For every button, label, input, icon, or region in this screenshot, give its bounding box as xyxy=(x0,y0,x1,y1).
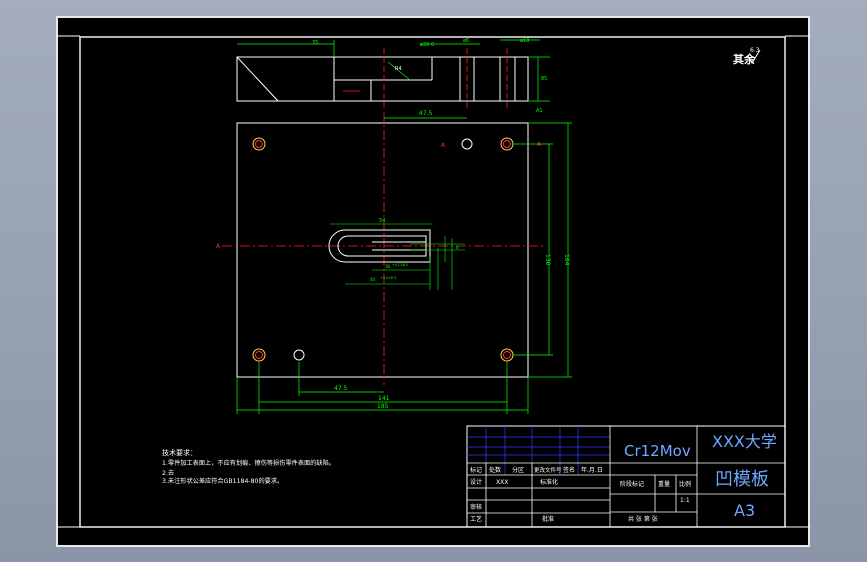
hole-bottom-right xyxy=(500,348,514,362)
hole-top-right xyxy=(500,137,514,151)
sheets-text: 共 张 第 张 xyxy=(628,515,658,523)
top-dim-left: 35 xyxy=(312,40,318,46)
slot-dim-d: +0.026 0 xyxy=(380,276,396,280)
cad-window: 其余 6.3 35 ø20 0 ø6 ø10 85 A1 R4 54 36 +0… xyxy=(0,0,867,562)
label-zone: 分区 xyxy=(512,466,524,474)
label-approve: 批准 xyxy=(542,515,554,523)
plan-view: 54 36 +0.026 0 40 +0.026 0 8 47.5 47.5 1… xyxy=(216,110,572,414)
label-stage: 阶段标记 xyxy=(620,480,644,488)
label-designer: 设计 xyxy=(470,478,482,486)
top-inner-label: R4 xyxy=(395,66,402,72)
top-dim-label: A1 xyxy=(536,108,543,114)
plan-dim-bottom3: 185 xyxy=(377,403,389,410)
title-block: Cr12Mov XXX大学 凹模板 A3 标记 处数 分区 更改文件号 签名 年… xyxy=(466,425,786,528)
slot-width-dim: 54 xyxy=(379,218,385,224)
tech-req-line-1: 1.零件加工表面上，不应有划痕、擦伤等损伤零件表面的缺陷。 xyxy=(162,459,335,467)
tech-req-line-3: 3.未注形状公差应符合GB1184-80的要求。 xyxy=(162,477,283,485)
surface-roughness-note: 其余 6.3 xyxy=(733,47,761,66)
roughness-label: 其余 xyxy=(733,52,756,66)
tech-req-line-2: 2.去 xyxy=(162,469,174,477)
top-dim-right: 85 xyxy=(541,76,547,82)
label-count: 处数 xyxy=(489,466,501,474)
label-change-doc: 更改文件号 xyxy=(534,466,562,474)
slot-dim-a: 36 xyxy=(385,264,391,269)
part-name: 凹模板 xyxy=(715,469,769,490)
hole-bottom-mid xyxy=(293,349,305,361)
section-mark-right: A xyxy=(537,141,542,148)
plan-dim-bottom2: 141 xyxy=(378,395,390,402)
slot-dimensions xyxy=(330,223,465,290)
hole-top-mid xyxy=(461,138,473,150)
scale-value: 1:1 xyxy=(680,497,690,504)
plan-dim-bottom1: 47.5 xyxy=(334,385,348,392)
label-process: 工艺 xyxy=(470,515,482,523)
label-mark: 标记 xyxy=(470,466,482,474)
designer-value: XXX xyxy=(496,479,508,486)
label-signature: 签名 xyxy=(563,466,575,474)
top-dim-1: ø20 0 xyxy=(420,42,434,48)
label-standardize: 标准化 xyxy=(540,478,558,486)
slot-dim-c: 40 xyxy=(370,277,376,282)
tech-req-heading: 技术要求： xyxy=(162,448,197,457)
top-dim-3: ø10 xyxy=(520,38,529,44)
hole-bottom-left xyxy=(252,348,266,362)
hole-mark: A xyxy=(441,142,446,149)
technical-requirements: 技术要求： 1.零件加工表面上，不应有划痕、擦伤等损伤零件表面的缺陷。 2.去 … xyxy=(162,448,335,485)
slot-dim-b: +0.026 0 xyxy=(392,263,408,267)
plan-dim-top: 47.5 xyxy=(419,110,433,117)
label-date: 年.月.日 xyxy=(581,466,603,474)
material-text: Cr12Mov xyxy=(624,442,691,460)
plan-dim-right1: 130 xyxy=(544,254,551,266)
top-view: 35 ø20 0 ø6 ø10 85 A1 R4 xyxy=(236,38,550,114)
top-view-outline xyxy=(236,56,529,102)
label-weight: 重量 xyxy=(658,480,670,488)
top-dim-2: ø6 xyxy=(463,38,469,44)
sheet-size: A3 xyxy=(734,501,755,520)
school-name: XXX大学 xyxy=(712,432,777,451)
section-mark-left: A xyxy=(216,243,221,250)
label-review: 审核 xyxy=(470,503,482,511)
hole-top-left xyxy=(252,137,266,151)
drawing-svg: 其余 6.3 35 ø20 0 ø6 ø10 85 A1 R4 54 36 +0… xyxy=(56,35,810,528)
label-scale: 比例 xyxy=(679,480,691,488)
plan-dim-right2: 164 xyxy=(563,254,570,266)
